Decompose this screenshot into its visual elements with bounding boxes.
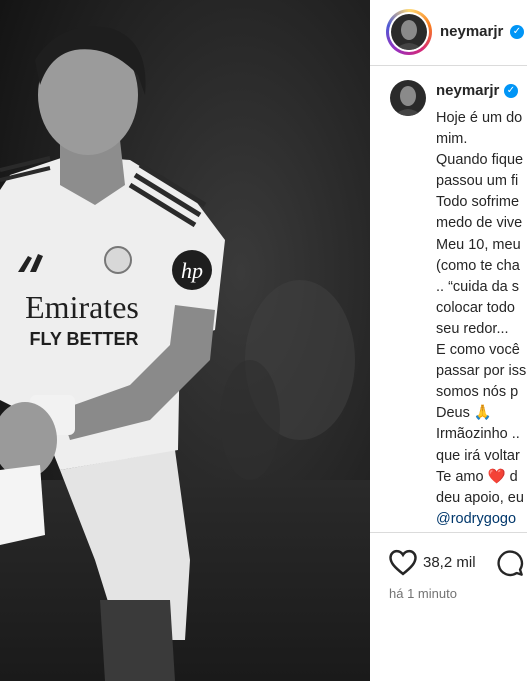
sleeve-logo: hp bbox=[181, 258, 203, 283]
verified-badge-icon: ✓ bbox=[504, 84, 518, 98]
caption-line: passar por iss bbox=[436, 363, 527, 380]
caption-line: mim. bbox=[436, 131, 468, 148]
caption-line: .. “cuida da s bbox=[436, 278, 520, 295]
post-timestamp[interactable]: há 1 minuto bbox=[389, 586, 457, 601]
divider bbox=[370, 532, 527, 533]
sponsor-text-1: Emirates bbox=[25, 289, 139, 325]
caption-line: deu apoio, eu bbox=[436, 489, 524, 506]
caption-line: Todo sofrime bbox=[436, 194, 520, 211]
caption-line: Deus 🙏 bbox=[436, 405, 492, 422]
post-side-panel: neymarjr ✓ neymarjr ✓ Hoje é um do mim. … bbox=[370, 0, 527, 681]
likes-count[interactable]: 38,2 mil bbox=[423, 554, 476, 571]
caption-line: (como te cha bbox=[436, 257, 520, 274]
heart-icon[interactable] bbox=[388, 548, 418, 576]
post-photo[interactable]: hp Emirates FLY BETTER bbox=[0, 0, 370, 681]
mention-link[interactable]: @rodrygogo bbox=[436, 509, 527, 530]
caption-username[interactable]: neymarjr bbox=[436, 82, 499, 99]
post-caption: Hoje é um do mim. Quando fique passou um… bbox=[436, 108, 527, 530]
caption-line: passou um fi bbox=[436, 173, 519, 190]
caption-line: Irmãozinho .. bbox=[436, 426, 520, 443]
post-header: neymarjr ✓ bbox=[370, 0, 527, 66]
comment-icon[interactable] bbox=[496, 549, 524, 577]
caption-line: Te amo ❤️ d bbox=[436, 468, 518, 485]
caption-line: seu redor... bbox=[436, 320, 509, 337]
caption-line: E como você bbox=[436, 342, 520, 359]
caption-line: Hoje é um do bbox=[436, 110, 523, 126]
header-username[interactable]: neymarjr bbox=[440, 23, 503, 40]
caption-line: Meu 10, meu bbox=[436, 236, 521, 253]
sponsor-text-2: FLY BETTER bbox=[29, 329, 138, 349]
avatar bbox=[391, 14, 427, 50]
caption-line: Quando fique bbox=[436, 152, 524, 169]
caption-line: que irá voltar bbox=[436, 447, 520, 464]
verified-badge-icon: ✓ bbox=[510, 25, 524, 39]
caption-line: medo de vive bbox=[436, 215, 523, 232]
caption-line: somos nós p bbox=[436, 384, 519, 401]
profile-avatar-story-ring[interactable] bbox=[386, 9, 432, 55]
caption-avatar[interactable] bbox=[390, 80, 426, 116]
caption-line: colocar todo bbox=[436, 299, 515, 316]
